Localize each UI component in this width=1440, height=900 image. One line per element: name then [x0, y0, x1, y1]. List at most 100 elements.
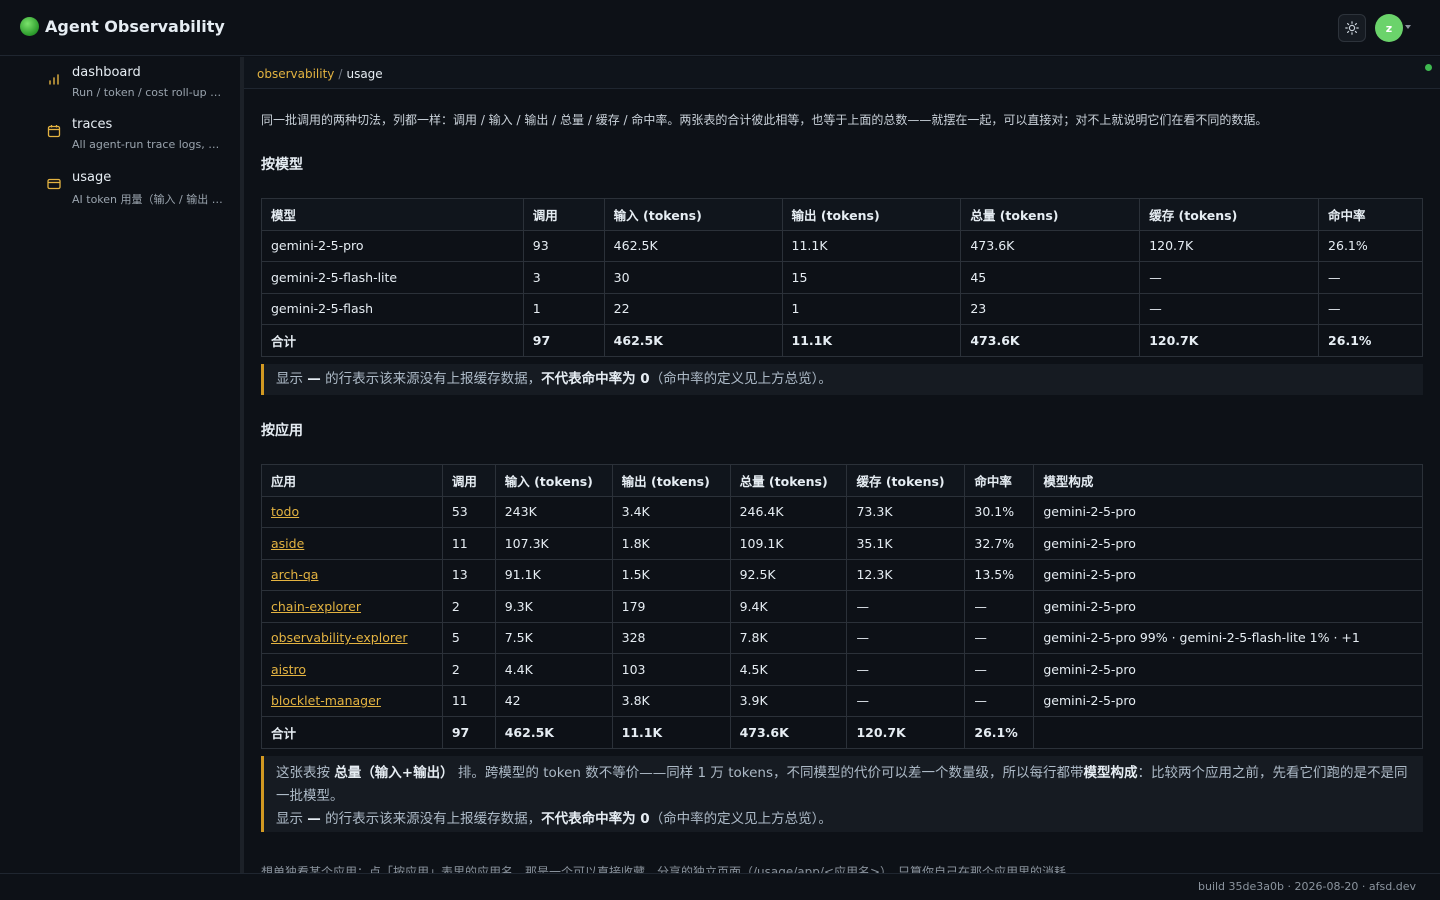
app-link-aistro[interactable]: aistro	[271, 662, 306, 677]
theme-toggle-button[interactable]	[1338, 14, 1366, 42]
table-row: todo 53 243K 3.4K 246.4K 73.3K 30.1% gemini-2-5…	[261, 495, 1423, 528]
card-icon	[47, 178, 61, 190]
table-cell: 4.5K	[729, 653, 848, 686]
table-header-row: 模型 调用 输入 (tokens) 输出 (tokens) 总量 (tokens…	[261, 198, 1423, 231]
note-emphasis: 模型构成	[1083, 765, 1138, 781]
table-cell: aistro	[261, 653, 443, 686]
table-cell: —	[964, 653, 1035, 686]
note-text: （命中率的定义见上方总览）。	[649, 371, 832, 387]
table-cell: 11.1K	[611, 716, 731, 749]
table-cell: 462.5K	[603, 324, 783, 357]
table-row: gemini-2-5-flash 1 22 1 23— —	[261, 292, 1423, 325]
table-cell: gemini-2-5-pro	[261, 229, 524, 262]
table-cell: 53	[441, 495, 496, 528]
table-cell: 15	[781, 261, 962, 294]
app-link-todo[interactable]: todo	[271, 504, 299, 519]
app-link-aside[interactable]: aside	[271, 536, 304, 551]
table-cell: —	[846, 653, 966, 686]
app-link-blocklet-manager[interactable]: blocklet-manager	[271, 693, 381, 708]
table-row: blocklet-manager 11 42 3.8K 3.9K — — gemini-2-5…	[261, 684, 1423, 717]
column-header: 总量 (tokens)	[960, 198, 1141, 231]
table-cell: gemini-2-5-pro	[1033, 684, 1423, 717]
app-link-chain-explorer[interactable]: chain-explorer	[271, 599, 361, 614]
table-cell: 179	[611, 590, 731, 623]
table-cell: 30	[603, 261, 783, 294]
table-total-row: 合计 97 462.5K 11.1K 473.6K 120.7K 26.1%	[261, 716, 1423, 749]
column-header: 应用	[261, 464, 443, 497]
note-emphasis: 不代表命中率为 0	[541, 811, 650, 827]
breadcrumb-link-observability[interactable]: observability	[257, 67, 334, 81]
sidebar-item-dashboard[interactable]: dashboard Run / token / cost roll-up a..…	[46, 65, 236, 109]
table-cell: 42	[494, 684, 613, 717]
column-header: 模型	[261, 198, 524, 231]
table-cell: —	[964, 621, 1035, 654]
table-cell: 243K	[494, 495, 613, 528]
breadcrumb-separator: /	[338, 67, 343, 81]
section-title-by-model: 按模型	[261, 157, 303, 173]
note-text: （命中率的定义见上方总览）。	[649, 811, 832, 827]
table-cell: 73.3K	[846, 495, 966, 528]
intro-text: 同一批调用的两种切法，列都一样：调用 / 输入 / 输出 / 总量 / 缓存 /…	[261, 113, 1268, 127]
sidebar-item-label: usage	[72, 170, 112, 185]
note-paragraph: 这张表按 总量（输入+输出） 排。跨模型的 token 数不等价——同样 1 万…	[276, 762, 1411, 808]
table-row: aistro 2 4.4K 103 4.5K — — gemini-2-5-pro	[261, 653, 1423, 686]
table-header-row: 应用 调用 输入 (tokens) 输出 (tokens) 总量 (tokens…	[261, 464, 1423, 497]
table-cell: 7.5K	[494, 621, 613, 654]
table-cell: gemini-2-5-pro	[1033, 590, 1423, 623]
column-header: 输入 (tokens)	[494, 464, 613, 497]
table-cell: 22	[603, 292, 783, 325]
brand[interactable]: Agent Observability	[20, 17, 225, 36]
table-cell: 120.7K	[1139, 324, 1320, 357]
table-cell: 12.3K	[846, 558, 966, 591]
table-cell: blocklet-manager	[261, 684, 443, 717]
table-cell: 3.4K	[611, 495, 731, 528]
table-cell: gemini-2-5-pro	[1033, 527, 1423, 560]
table-cell	[1033, 716, 1423, 749]
note-emphasis: —	[307, 371, 321, 387]
table-cell: —	[964, 590, 1035, 623]
user-avatar[interactable]: z	[1375, 14, 1403, 42]
table-cell: gemini-2-5-pro	[1033, 558, 1423, 591]
column-header: 输出 (tokens)	[611, 464, 731, 497]
note-text: 的行表示该来源没有上报缓存数据，	[320, 371, 542, 387]
table-cell: 2	[441, 590, 496, 623]
note-emphasis: 总量（输入+输出）	[334, 765, 454, 781]
chevron-down-icon[interactable]	[1405, 25, 1411, 29]
app-page-hint: 想单独看某个应用：点「按应用」表里的应用名，那是一个可以直接收藏、分享的独立页面…	[261, 865, 1079, 873]
calendar-icon	[47, 125, 61, 138]
table-cell: —	[964, 684, 1035, 717]
table-cell: 473.6K	[960, 324, 1141, 357]
table-cell: 35.1K	[846, 527, 966, 560]
table-cell: 120.7K	[846, 716, 966, 749]
sidebar-item-description: Run / token / cost roll-up a...	[72, 86, 224, 99]
table-cell: 92.5K	[729, 558, 848, 591]
table-cell: 11	[441, 684, 496, 717]
table-cell: 107.3K	[494, 527, 613, 560]
app-link-arch-qa[interactable]: arch-qa	[271, 567, 318, 582]
table-row: gemini-2-5-pro 93 462.5K 11.1K 473.6K 120.7K 2…	[261, 229, 1423, 262]
sidebar-item-traces[interactable]: traces All agent-run trace logs, ne...	[46, 117, 236, 161]
note-text: 这张表按	[276, 765, 335, 781]
table-cell: 26.1%	[1318, 229, 1423, 262]
column-header: 命中率	[964, 464, 1035, 497]
table-cell: 13	[441, 558, 496, 591]
column-header: 输入 (tokens)	[603, 198, 783, 231]
table-cell: 4.4K	[494, 653, 613, 686]
table-cell: 32.7%	[964, 527, 1035, 560]
by-app-note: 这张表按 总量（输入+输出） 排。跨模型的 token 数不等价——同样 1 万…	[261, 756, 1423, 832]
app-link-observability-explorer[interactable]: observability-explorer	[271, 630, 408, 645]
table-cell: —	[1139, 292, 1320, 325]
note-paragraph: 显示 — 的行表示该来源没有上报缓存数据，不代表命中率为 0（命中率的定义见上方…	[276, 808, 1411, 831]
table-cell: 9.4K	[729, 590, 848, 623]
table-cell: 11.1K	[781, 324, 962, 357]
table-row: observability-explorer 5 7.5K 328 7.8K — — gemi…	[261, 621, 1423, 654]
footer: build 35de3a0b · 2026-08-20 · afsd.dev	[0, 873, 1440, 900]
sidebar-item-usage[interactable]: usage AI token 用量（输入 / 输出 /...	[46, 170, 236, 214]
table-cell: 93	[522, 229, 605, 262]
table-cell: 3	[522, 261, 605, 294]
column-header: 模型构成	[1033, 464, 1423, 497]
table-cell: 462.5K	[494, 716, 613, 749]
note-text: 显示	[276, 811, 308, 827]
table-row: chain-explorer 2 9.3K 179 9.4K — — gemini-2-5-p…	[261, 590, 1423, 623]
table-cell: 合计	[261, 716, 443, 749]
